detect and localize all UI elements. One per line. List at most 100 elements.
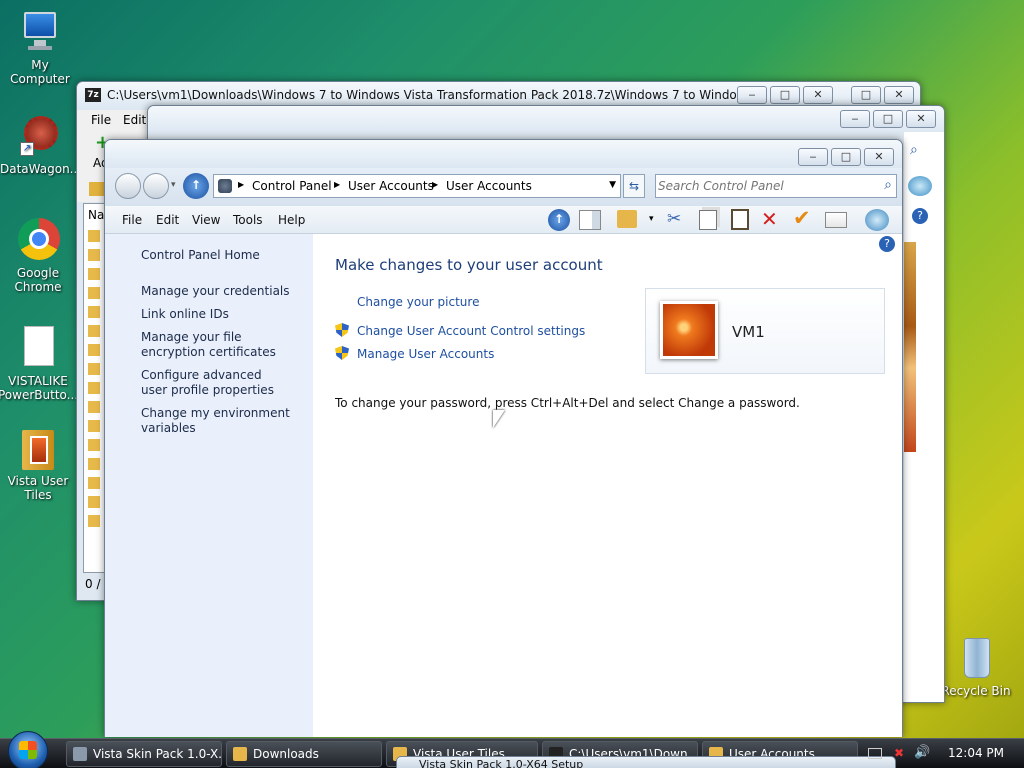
- user-name: VM1: [732, 323, 765, 341]
- content-pane: ? Make changes to your user account Chan…: [313, 234, 902, 737]
- taskbar-button-label: Vista Skin Pack 1.0-X...: [93, 747, 222, 761]
- globe-icon[interactable]: [865, 209, 889, 231]
- taskbar-button-label: Downloads: [253, 747, 319, 761]
- address-bar[interactable]: ▶ Control Panel ▶ User Accounts ▶ User A…: [213, 174, 621, 198]
- close-button[interactable]: ✕: [864, 148, 894, 166]
- back-button[interactable]: [115, 173, 141, 199]
- menu-file[interactable]: File: [122, 213, 142, 227]
- search-icon[interactable]: ⌕: [910, 142, 918, 158]
- manage-credentials-link[interactable]: Manage your credentials: [141, 284, 290, 299]
- app-icon: [73, 747, 87, 761]
- desktop-icon-google-chrome[interactable]: Google Chrome: [0, 218, 78, 294]
- task-pane: Control Panel Home Manage your credentia…: [105, 234, 313, 737]
- desktop-icon-datawagon[interactable]: ↗ DataWagon...: [0, 114, 82, 176]
- breadcrumb-user-accounts-current[interactable]: User Accounts: [446, 179, 532, 193]
- folder-options-icon[interactable]: [617, 210, 637, 228]
- checkmark-icon[interactable]: ✔: [793, 206, 811, 230]
- up-arrow-icon[interactable]: ↑: [183, 173, 209, 199]
- uac-shield-icon: [335, 323, 349, 337]
- close-button[interactable]: ✕: [803, 86, 833, 104]
- environment-variables-link[interactable]: Change my environment variables: [141, 406, 291, 436]
- taskbar-button-downloads[interactable]: Downloads: [226, 741, 382, 767]
- computer-icon: [18, 10, 62, 54]
- chrome-icon: [16, 218, 60, 262]
- search-icon[interactable]: ⌕: [884, 177, 892, 193]
- breadcrumb-control-panel[interactable]: Control Panel: [252, 179, 332, 193]
- properties-icon[interactable]: [825, 212, 847, 228]
- advanced-profile-link[interactable]: Configure advanced user profile properti…: [141, 368, 291, 398]
- globe-icon[interactable]: [908, 176, 932, 196]
- link-online-ids-link[interactable]: Link online IDs: [141, 307, 229, 322]
- up-folder-icon[interactable]: [89, 182, 105, 196]
- menu-edit[interactable]: Edit: [123, 113, 146, 127]
- cut-icon[interactable]: ✂: [667, 209, 681, 229]
- menu-tools[interactable]: Tools: [233, 213, 263, 227]
- folder-icon: [16, 426, 60, 470]
- desktop-icon-vista-user-tiles[interactable]: Vista User Tiles: [0, 426, 78, 502]
- folder-icon: [233, 747, 247, 761]
- user-tile-card: VM1: [645, 288, 885, 374]
- desktop-icon-label: Vista User Tiles: [7, 474, 69, 502]
- copy-icon[interactable]: [699, 210, 717, 230]
- paste-icon[interactable]: [731, 209, 749, 230]
- title-bar[interactable]: ‒ □ ✕: [148, 106, 944, 134]
- alert-icon[interactable]: ✖: [894, 746, 904, 760]
- clock[interactable]: 12:04 PM: [948, 746, 1004, 760]
- page-heading: Make changes to your user account: [335, 256, 603, 274]
- desktop-icon-recycle-bin[interactable]: Recycle Bin: [936, 636, 1016, 698]
- file-encryption-link[interactable]: Manage your file encryption certificates: [141, 330, 303, 360]
- help-icon[interactable]: ?: [912, 208, 928, 224]
- change-picture-link[interactable]: Change your picture: [357, 295, 479, 309]
- uac-settings-link[interactable]: Change User Account Control settings: [357, 324, 585, 338]
- desktop-icon-my-computer[interactable]: My Computer: [0, 10, 80, 86]
- maximize-button[interactable]: □: [873, 110, 903, 128]
- menu-file[interactable]: File: [91, 113, 111, 127]
- chevron-down-icon[interactable]: ▾: [171, 180, 176, 190]
- menu-view[interactable]: View: [192, 213, 220, 227]
- maximize-button[interactable]: □: [851, 86, 881, 104]
- taskbar-button-skin-pack[interactable]: Vista Skin Pack 1.0-X...: [66, 741, 222, 767]
- close-button[interactable]: ✕: [884, 86, 914, 104]
- column-header-name[interactable]: Na: [88, 208, 104, 222]
- volume-icon[interactable]: 🔊: [914, 745, 930, 760]
- minimize-button[interactable]: ‒: [737, 86, 767, 104]
- desktop-icon-label: DataWagon...: [0, 162, 82, 176]
- archive-icon: 7z: [85, 88, 101, 102]
- control-panel-home-link[interactable]: Control Panel Home: [141, 248, 260, 263]
- up-icon[interactable]: ↑: [548, 209, 570, 231]
- title-bar[interactable]: ‒ □ ✕: [105, 140, 902, 168]
- password-note: To change your password, press Ctrl+Alt+…: [335, 396, 800, 410]
- refresh-button[interactable]: ⇆: [623, 174, 645, 198]
- menu-bar: File Edit View Tools Help ↑ ▾ ✂ ✕ ✔: [105, 206, 902, 234]
- user-picture[interactable]: [660, 301, 718, 359]
- pane-icon[interactable]: [579, 210, 601, 230]
- close-button[interactable]: ✕: [906, 110, 936, 128]
- breadcrumb-user-accounts[interactable]: User Accounts: [348, 179, 434, 193]
- address-dropdown-button[interactable]: ▼: [609, 180, 616, 190]
- search-input[interactable]: [658, 177, 868, 195]
- maximize-button[interactable]: □: [831, 148, 861, 166]
- setup-window-titlebar[interactable]: Vista Skin Pack 1.0-X64 Setup: [396, 756, 896, 768]
- search-box[interactable]: ⌕: [655, 174, 897, 198]
- network-icon[interactable]: [868, 748, 882, 759]
- delete-icon[interactable]: ✕: [761, 207, 778, 231]
- desktop-icon-vistalike[interactable]: VISTALIKE PowerButto...: [0, 326, 78, 402]
- chevron-down-icon[interactable]: ▾: [649, 214, 654, 224]
- window-title: C:\Users\vm1\Downloads\Windows 7 to Wind…: [107, 88, 737, 102]
- help-icon[interactable]: ?: [879, 236, 895, 252]
- desktop-icon-label: Google Chrome: [14, 266, 62, 294]
- menu-help[interactable]: Help: [278, 213, 305, 227]
- menu-edit[interactable]: Edit: [156, 213, 179, 227]
- setup-window-title: Vista Skin Pack 1.0-X64 Setup: [419, 758, 584, 768]
- recycle-bin-icon: [954, 636, 998, 680]
- minimize-button[interactable]: ‒: [840, 110, 870, 128]
- folder-rows: [88, 230, 100, 530]
- manage-user-accounts-link[interactable]: Manage User Accounts: [357, 347, 494, 361]
- maximize-button[interactable]: □: [770, 86, 800, 104]
- forward-button[interactable]: [143, 173, 169, 199]
- minimize-button[interactable]: ‒: [798, 148, 828, 166]
- mouse-cursor-icon: [493, 410, 505, 428]
- users-icon: [218, 179, 232, 193]
- datawagon-icon: ↗: [18, 114, 62, 158]
- user-accounts-window[interactable]: ‒ □ ✕ ▾ ↑ ▶ Control Panel ▶ User Account…: [104, 139, 903, 737]
